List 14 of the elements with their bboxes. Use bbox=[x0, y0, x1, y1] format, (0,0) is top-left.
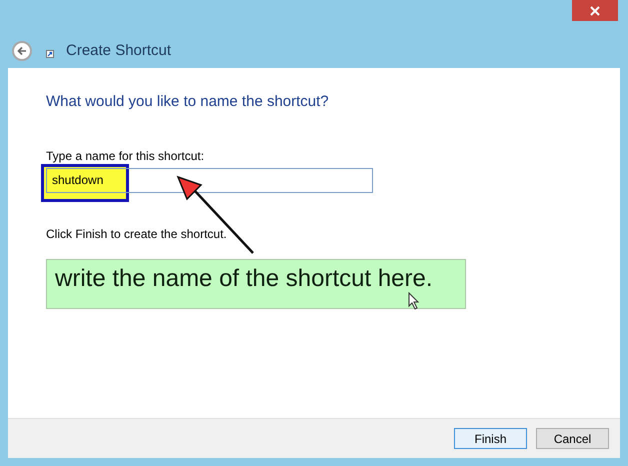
dialog-button[interactable]: Finish bbox=[454, 428, 527, 449]
annotation-callout: write the name of the shortcut here. bbox=[46, 258, 466, 308]
page-heading: What would you like to name the shortcut? bbox=[46, 92, 330, 112]
name-input[interactable]: shutdown bbox=[46, 168, 373, 192]
close-icon bbox=[590, 6, 600, 16]
mouse-cursor-icon bbox=[408, 292, 420, 310]
back-button[interactable] bbox=[12, 41, 32, 61]
instruction-text: Click Finish to create the shortcut. bbox=[46, 226, 228, 242]
close-button[interactable] bbox=[572, 0, 618, 21]
back-arrow-icon bbox=[17, 46, 27, 56]
window-title: Create Shortcut bbox=[66, 40, 172, 61]
field-label: Type a name for this shortcut: bbox=[46, 148, 206, 164]
shortcut-icon bbox=[46, 50, 54, 58]
dialog-button[interactable]: Cancel bbox=[536, 428, 609, 449]
